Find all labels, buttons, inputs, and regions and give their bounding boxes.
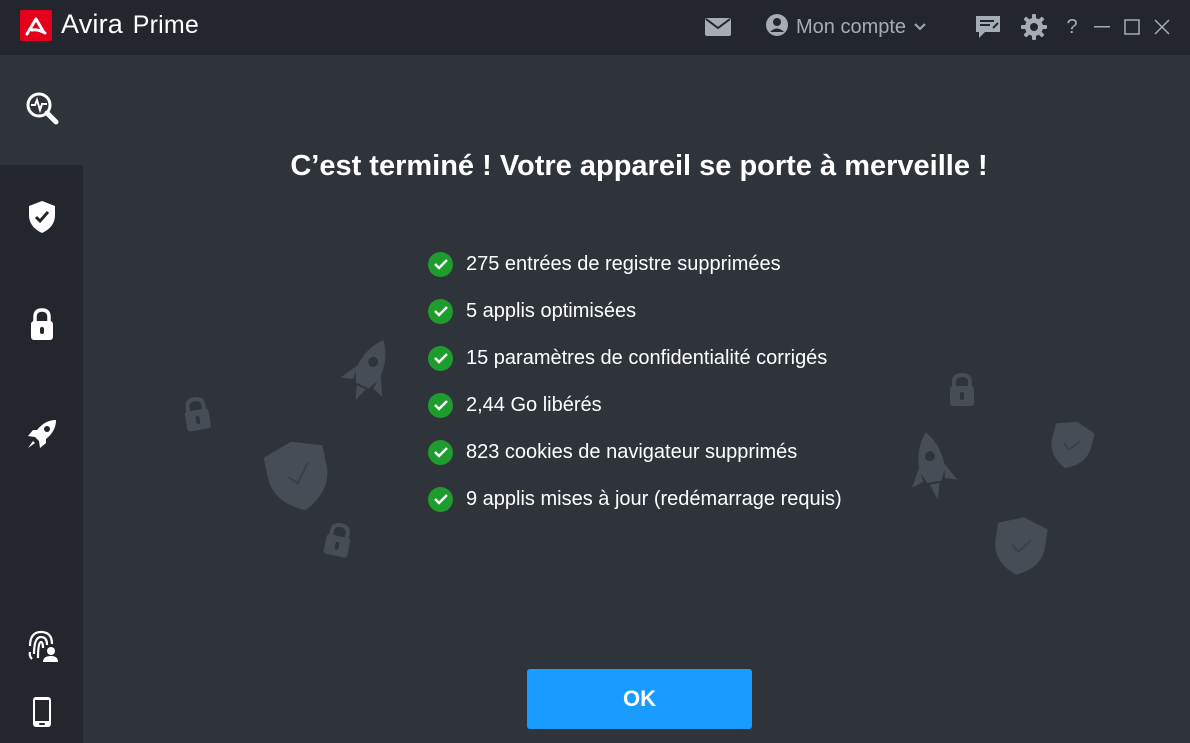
results-list: 275 entrées de registre supprimées 5 app… xyxy=(428,241,988,523)
list-item: 5 applis optimisées xyxy=(428,288,988,335)
sidebar-item-security[interactable] xyxy=(0,165,83,273)
check-circle-icon xyxy=(428,487,453,512)
sidebar-item-privacy[interactable] xyxy=(0,273,83,381)
list-item: 15 paramètres de confidentialité corrigé… xyxy=(428,335,988,382)
lock-icon xyxy=(29,307,55,347)
sidebar-item-mobile[interactable] xyxy=(0,685,83,743)
smartphone-icon xyxy=(32,696,52,733)
decorative-lock-icon xyxy=(323,523,351,558)
minimize-icon[interactable] xyxy=(1092,12,1112,42)
account-menu[interactable]: Mon compte xyxy=(766,12,936,42)
list-item: 9 applis mises à jour (redémarrage requi… xyxy=(428,476,988,523)
brand-name: Avira xyxy=(61,9,124,39)
sidebar-item-scan[interactable] xyxy=(0,55,83,165)
decorative-shield-icon xyxy=(995,517,1048,575)
decorative-shield-icon xyxy=(263,441,328,511)
check-circle-icon xyxy=(428,346,453,371)
account-label: Mon compte xyxy=(796,15,907,38)
account-icon xyxy=(766,13,788,41)
result-text: 5 applis optimisées xyxy=(466,300,637,322)
help-button[interactable]: ? xyxy=(1062,12,1082,42)
main-content: C’est terminé ! Votre appareil se porte … xyxy=(83,55,1190,743)
completion-headline: C’est terminé ! Votre appareil se porte … xyxy=(290,150,988,182)
result-text: 2,44 Go libérés xyxy=(466,394,602,416)
mail-icon[interactable] xyxy=(704,12,732,42)
list-item: 823 cookies de navigateur supprimés xyxy=(428,429,988,476)
result-text: 275 entrées de registre supprimées xyxy=(466,253,781,275)
result-text: 823 cookies de navigateur supprimés xyxy=(466,441,798,463)
check-circle-icon xyxy=(428,440,453,465)
check-circle-icon xyxy=(428,393,453,418)
result-text: 15 paramètres de confidentialité corrigé… xyxy=(466,347,828,369)
decorative-shield-icon xyxy=(1051,421,1095,469)
scan-search-icon xyxy=(25,91,59,130)
brand-edition: Prime xyxy=(132,11,200,39)
list-item: 2,44 Go libérés xyxy=(428,382,988,429)
app-title: Avira Prime xyxy=(61,9,199,40)
result-text: 9 applis mises à jour (redémarrage requi… xyxy=(466,488,842,510)
list-item: 275 entrées de registre supprimées xyxy=(428,241,988,288)
sidebar xyxy=(0,55,83,743)
close-icon[interactable] xyxy=(1152,12,1172,42)
avira-logo-icon xyxy=(20,10,52,41)
shield-check-icon xyxy=(27,200,57,239)
sidebar-item-identity[interactable] xyxy=(0,617,83,677)
sidebar-item-performance[interactable] xyxy=(0,381,83,491)
decorative-rocket-icon xyxy=(340,340,386,401)
check-circle-icon xyxy=(428,299,453,324)
decorative-lock-icon xyxy=(184,397,211,432)
rocket-icon xyxy=(25,417,59,456)
maximize-icon[interactable] xyxy=(1122,12,1142,42)
gear-icon[interactable] xyxy=(1019,12,1049,42)
title-bar: Avira Prime Mon compte ? xyxy=(0,0,1190,55)
feedback-icon[interactable] xyxy=(974,12,1002,42)
ok-button[interactable]: OK xyxy=(527,669,752,729)
fingerprint-user-icon xyxy=(26,628,58,667)
check-circle-icon xyxy=(428,252,453,277)
chevron-down-icon xyxy=(914,18,926,36)
